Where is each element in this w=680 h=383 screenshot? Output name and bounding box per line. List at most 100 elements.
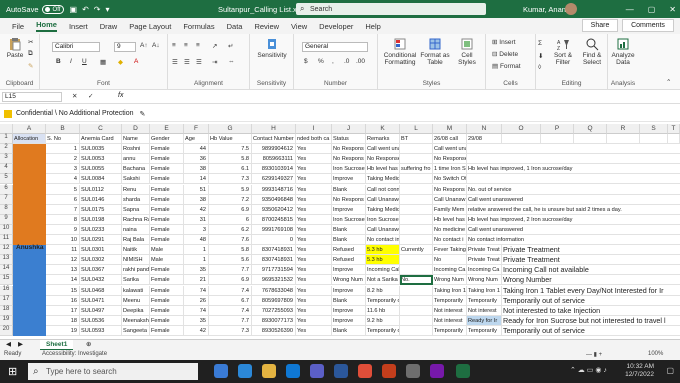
column-header-f[interactable]: F <box>184 124 209 134</box>
table-cell-hb[interactable]: 7.6 <box>209 235 252 246</box>
table-cell-gender[interactable]: Female <box>150 305 184 316</box>
table-cell-age[interactable]: 31 <box>184 214 209 225</box>
user-name[interactable]: Kumar, Anand <box>523 5 570 14</box>
table-cell-bt[interactable] <box>400 144 433 155</box>
tab-file[interactable]: File <box>12 22 24 31</box>
table-cell-gender[interactable]: Female <box>150 295 184 306</box>
table-cell-n[interactable]: Temporarily <box>467 295 502 306</box>
align-right-icon[interactable]: ☰ <box>196 58 202 66</box>
next-sheet-icon[interactable]: ▶ <box>18 340 23 348</box>
table-cell-code[interactable]: SUL0112 <box>80 184 122 195</box>
header-cell-status[interactable]: Status <box>332 134 366 145</box>
table-cell-code[interactable]: SUL0302 <box>80 255 122 266</box>
zoom-level[interactable]: 100% <box>648 351 663 357</box>
empty-cell[interactable] <box>574 134 607 145</box>
table-cell-contact[interactable]: 8307418931 <box>252 255 296 266</box>
table-cell-m[interactable]: No Response <box>433 154 467 165</box>
table-cell-age[interactable]: 14 <box>184 174 209 185</box>
indent-icon[interactable]: ⇥ <box>212 58 217 66</box>
zoom-slider[interactable]: — ▮ + <box>586 351 602 358</box>
row-header[interactable]: 7 <box>0 194 13 205</box>
table-cell-o[interactable]: Taking Iron 1 Tablet every Day/Not Inter… <box>502 286 680 296</box>
table-cell-gender[interactable]: Female <box>150 325 184 336</box>
borders-icon[interactable]: ▦ <box>100 58 106 66</box>
column-header-i[interactable]: I <box>296 124 332 134</box>
accessibility-status[interactable]: Accessibility: Investigate <box>42 351 107 357</box>
table-cell-remarks[interactable]: Call went unanswered <box>366 144 400 155</box>
delete-button[interactable]: ⊟ Delete <box>492 50 518 58</box>
sensitivity-button[interactable]: Sensitivity <box>252 37 292 59</box>
table-cell-n[interactable]: Private Treat <box>467 255 502 266</box>
column-header-e[interactable]: E <box>150 124 184 134</box>
table-cell-hb[interactable]: 6.7 <box>209 295 252 306</box>
table-cell-both[interactable]: Yes <box>296 295 332 306</box>
table-cell-sno[interactable]: 3 <box>46 164 80 175</box>
table-cell-sno[interactable]: 15 <box>46 285 80 296</box>
table-cell-name[interactable]: Rachna Raj <box>122 214 150 225</box>
clear-icon[interactable]: ◊ <box>538 64 541 71</box>
table-cell-hb[interactable]: 6.9 <box>209 275 252 286</box>
table-cell-hb[interactable]: 7.4 <box>209 305 252 316</box>
table-cell-sno[interactable]: 14 <box>46 275 80 286</box>
table-cell-both[interactable]: Yes <box>296 305 332 316</box>
select-all-corner[interactable] <box>0 124 13 134</box>
table-cell-gender[interactable]: Female <box>150 144 184 155</box>
table-cell-both[interactable]: Yes <box>296 144 332 155</box>
table-cell-status[interactable]: Improve <box>332 315 366 326</box>
row-header[interactable]: 16 <box>0 285 13 296</box>
tab-data[interactable]: Data <box>227 22 243 31</box>
format-as-table-button[interactable]: Format as Table <box>420 37 450 66</box>
table-cell-bt[interactable] <box>400 295 433 306</box>
table-cell-bt[interactable] <box>400 184 433 195</box>
table-cell-contact[interactable]: 6299149327 <box>252 174 296 185</box>
align-top-icon[interactable]: ≡ <box>172 42 176 49</box>
align-middle-icon[interactable]: ≡ <box>184 42 188 49</box>
table-cell-o[interactable]: Temporarily out of service <box>502 326 680 336</box>
settings-icon[interactable] <box>406 364 420 378</box>
table-cell-name[interactable]: kalawati <box>122 285 150 296</box>
table-cell-contact[interactable]: 8930077173 <box>252 315 296 326</box>
table-cell-remarks[interactable]: No Response <box>366 154 400 165</box>
table-cell-sno[interactable]: 4 <box>46 174 80 185</box>
find-select-button[interactable]: Find & Select <box>578 37 606 66</box>
tab-home[interactable]: Home <box>36 20 57 32</box>
column-header-b[interactable]: B <box>46 124 80 134</box>
table-cell-gender[interactable]: Female <box>150 315 184 326</box>
table-cell-sno[interactable]: 10 <box>46 235 80 246</box>
column-header-d[interactable]: D <box>122 124 150 134</box>
align-left-icon[interactable]: ☰ <box>172 58 178 66</box>
table-cell-m[interactable]: Hb level has <box>433 214 467 225</box>
table-cell-code[interactable]: SUL0367 <box>80 265 122 276</box>
tab-review[interactable]: Review <box>254 22 279 31</box>
autosave-toggle[interactable]: Off <box>41 4 64 14</box>
table-cell-status[interactable]: Iron Sucrose <box>332 214 366 225</box>
empty-cell[interactable] <box>541 134 574 145</box>
font-name-dropdown[interactable]: Calibri <box>52 42 100 52</box>
row-header-1[interactable]: 1 <box>0 134 13 145</box>
table-cell-contact[interactable]: 0 <box>252 235 296 246</box>
table-cell-o[interactable] <box>502 154 680 165</box>
tab-formulas[interactable]: Formulas <box>183 22 214 31</box>
row-header[interactable]: 4 <box>0 164 13 175</box>
row-header[interactable]: 12 <box>0 245 13 256</box>
format-button[interactable]: ▤ Format <box>492 62 521 70</box>
table-cell-status[interactable]: Blank <box>332 295 366 306</box>
table-cell-sno[interactable]: 13 <box>46 265 80 276</box>
table-cell-bt[interactable] <box>400 265 433 276</box>
collapse-ribbon-icon[interactable]: ⌃ <box>666 78 671 86</box>
row-header[interactable]: 8 <box>0 204 13 215</box>
table-cell-contact[interactable]: 8700245815 <box>252 214 296 225</box>
tab-page-layout[interactable]: Page Layout <box>129 22 171 31</box>
row-header[interactable]: 10 <box>0 224 13 235</box>
align-center-icon[interactable]: ☰ <box>184 58 190 66</box>
header-cell-remarks[interactable]: Remarks <box>366 134 400 145</box>
cut-icon[interactable]: ✂ <box>28 38 33 46</box>
table-cell-o[interactable]: Private Treatment <box>502 245 680 256</box>
table-cell-name[interactable]: rakhi pande <box>122 265 150 276</box>
table-cell-both[interactable]: Yes <box>296 235 332 246</box>
chrome-icon[interactable] <box>358 364 372 378</box>
table-cell-name[interactable]: naina <box>122 224 150 235</box>
customize-icon[interactable]: ▾ <box>106 5 110 14</box>
table-cell-contact[interactable]: 9350620412 <box>252 204 296 215</box>
table-cell-sno[interactable]: 2 <box>46 154 80 165</box>
